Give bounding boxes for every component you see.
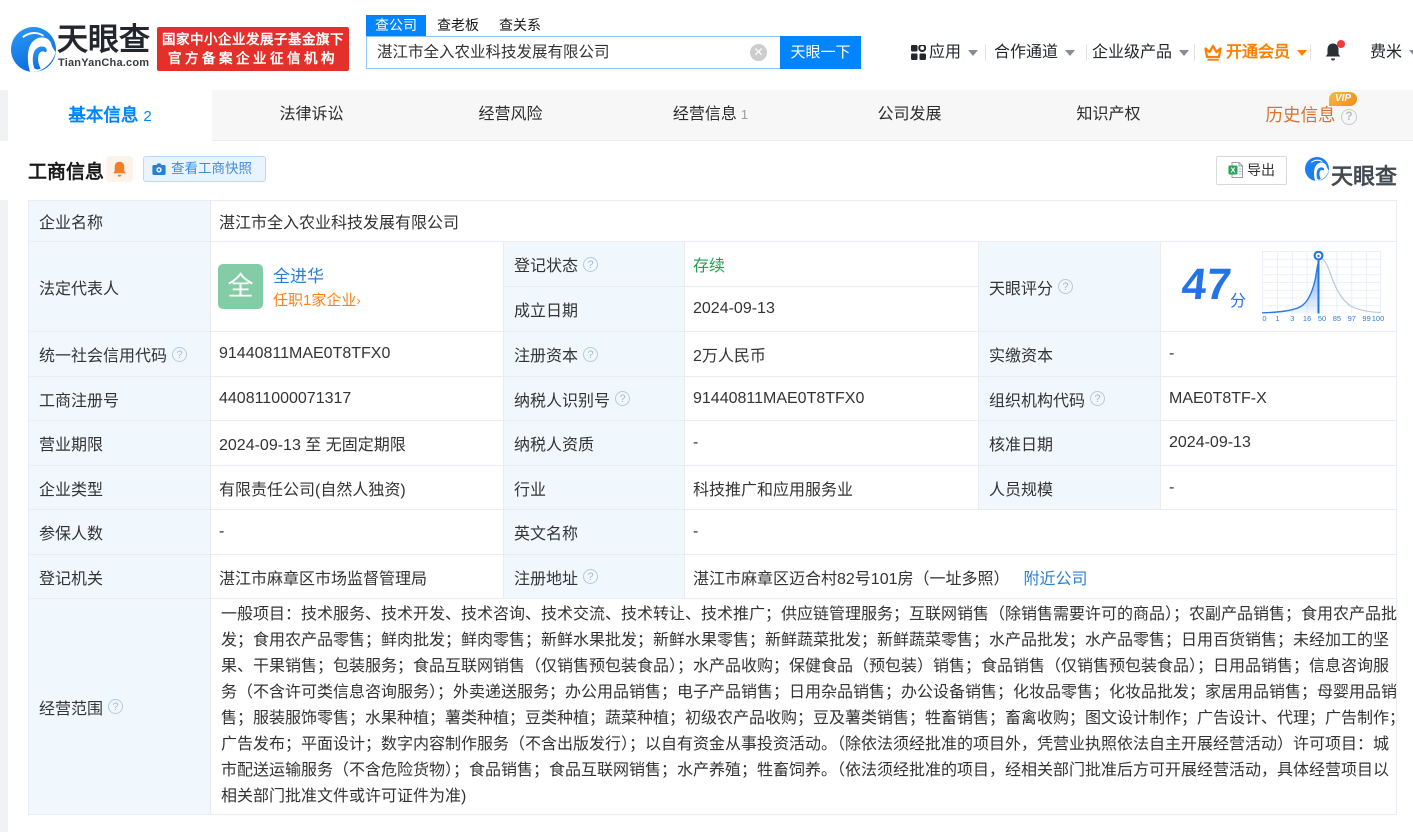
svg-text:3: 3: [1290, 314, 1294, 323]
svg-text:99: 99: [1362, 314, 1370, 323]
svg-text:1: 1: [1275, 314, 1279, 323]
svg-text:97: 97: [1348, 314, 1356, 323]
svg-text:X: X: [1230, 165, 1235, 174]
svg-text:85: 85: [1333, 314, 1341, 323]
svg-text:100: 100: [1372, 314, 1385, 323]
svg-text:0: 0: [1262, 314, 1266, 323]
svg-text:16: 16: [1303, 314, 1311, 323]
svg-text:50: 50: [1318, 314, 1326, 323]
